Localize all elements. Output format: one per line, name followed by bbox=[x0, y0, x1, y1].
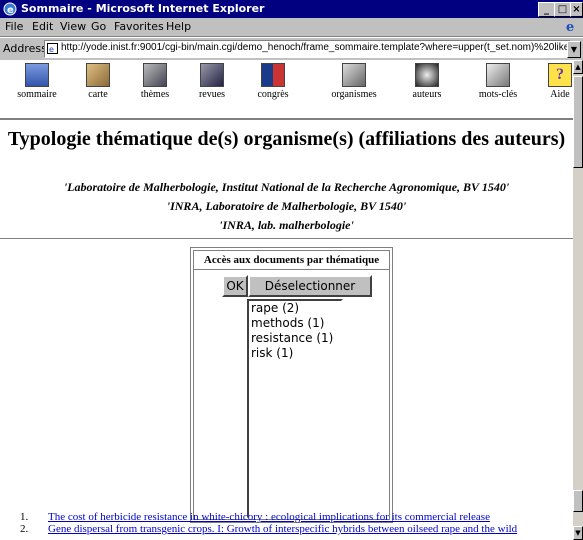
svg-text:e: e bbox=[49, 45, 54, 54]
vertical-scrollbar[interactable]: ▲ ▼ bbox=[573, 60, 583, 540]
ie-icon: e bbox=[3, 2, 17, 16]
results-scroll-thumb[interactable] bbox=[573, 490, 583, 512]
nav-mots-cles-label: mots-clés bbox=[478, 89, 518, 100]
result-item: 2. Gene dispersal from transgenic crops.… bbox=[20, 523, 580, 535]
nav-sommaire-label: sommaire bbox=[17, 89, 57, 100]
sommaire-icon bbox=[25, 63, 49, 87]
congres-icon bbox=[261, 63, 285, 87]
scroll-up-button[interactable]: ▲ bbox=[573, 60, 583, 74]
nav-aide[interactable]: ? Aide bbox=[530, 63, 573, 100]
menu-bar: File Edit View Go Favorites Help e bbox=[0, 18, 583, 37]
theme-option[interactable]: resistance (1) bbox=[249, 331, 341, 346]
divider bbox=[0, 238, 573, 240]
nav-revues[interactable]: revues bbox=[182, 63, 242, 100]
maximize-button[interactable]: □ bbox=[554, 2, 571, 17]
nav-aide-label: Aide bbox=[550, 89, 570, 100]
affiliation-2: 'INRA, Laboratoire de Malherbologie, BV … bbox=[166, 199, 407, 213]
result-number: 1. bbox=[20, 511, 29, 523]
nav-organismes[interactable]: organismes bbox=[324, 63, 384, 100]
themes-icon bbox=[143, 63, 167, 87]
nav-themes[interactable]: thèmes bbox=[125, 63, 185, 100]
nav-carte-label: carte bbox=[88, 89, 108, 100]
affiliation-3: 'INRA, lab. malherbologie' bbox=[219, 218, 354, 232]
revues-icon bbox=[200, 63, 224, 87]
window-titlebar[interactable]: e Sommaire - Microsoft Internet Explorer… bbox=[0, 0, 583, 18]
ie-logo-icon: e bbox=[566, 20, 574, 33]
result-link[interactable]: Gene dispersal from transgenic crops. I:… bbox=[48, 523, 517, 535]
menu-file[interactable]: File bbox=[5, 20, 23, 33]
window-title: Sommaire - Microsoft Internet Explorer bbox=[21, 2, 265, 15]
nav-sommaire[interactable]: sommaire bbox=[7, 63, 67, 100]
scroll-down-button[interactable]: ▼ bbox=[573, 526, 583, 540]
auteurs-icon bbox=[415, 63, 439, 87]
result-number: 2. bbox=[20, 523, 29, 535]
nav-organismes-label: organismes bbox=[331, 89, 377, 100]
svg-text:e: e bbox=[7, 5, 14, 16]
nav-carte[interactable]: carte bbox=[68, 63, 128, 100]
theme-option[interactable]: rape (2) bbox=[249, 301, 341, 316]
nav-auteurs[interactable]: auteurs bbox=[397, 63, 457, 100]
organismes-icon bbox=[342, 63, 366, 87]
close-button[interactable]: × bbox=[570, 2, 583, 17]
nav-frame: sommaire carte thèmes revues congrès org… bbox=[0, 60, 573, 120]
address-input[interactable]: e http://yode.inist.fr:9001/cgi-bin/main… bbox=[44, 40, 571, 58]
menu-view[interactable]: View bbox=[60, 20, 86, 33]
page-icon: e bbox=[47, 43, 58, 54]
nav-congres[interactable]: congrès bbox=[243, 63, 303, 100]
theme-listbox[interactable]: rape (2) methods (1) resistance (1) risk… bbox=[247, 299, 343, 518]
theme-access-frame: Accès aux documents par thématique OK Dé… bbox=[193, 250, 390, 520]
affiliation-1: 'Laboratoire de Malherbologie, Institut … bbox=[63, 180, 510, 194]
theme-access-panel: Accès aux documents par thématique OK Dé… bbox=[190, 247, 393, 523]
results-list: 1. The cost of herbicide resistance in w… bbox=[20, 511, 580, 535]
menu-help[interactable]: Help bbox=[166, 20, 191, 33]
nav-themes-label: thèmes bbox=[140, 89, 170, 100]
menu-go[interactable]: Go bbox=[91, 20, 106, 33]
page-viewport: sommaire carte thèmes revues congrès org… bbox=[0, 60, 573, 540]
address-label: Address bbox=[3, 42, 47, 55]
svg-text:e: e bbox=[566, 20, 574, 33]
scroll-thumb[interactable] bbox=[573, 76, 583, 168]
address-dropdown-button[interactable]: ▼ bbox=[567, 41, 581, 58]
page-title: Typologie thématique de(s) organisme(s) … bbox=[7, 128, 566, 150]
mots-cles-icon bbox=[486, 63, 510, 87]
aide-icon: ? bbox=[548, 63, 572, 87]
result-link[interactable]: The cost of herbicide resistance in whit… bbox=[48, 511, 490, 523]
menu-edit[interactable]: Edit bbox=[32, 20, 53, 33]
carte-icon bbox=[86, 63, 110, 87]
address-bar: Address e http://yode.inist.fr:9001/cgi-… bbox=[0, 37, 583, 61]
theme-option[interactable]: risk (1) bbox=[249, 346, 341, 361]
address-url: http://yode.inist.fr:9001/cgi-bin/main.c… bbox=[61, 42, 570, 53]
minimize-button[interactable]: _ bbox=[538, 2, 555, 17]
theme-access-header: Accès aux documents par thématique bbox=[194, 251, 389, 270]
nav-mots-cles[interactable]: mots-clés bbox=[468, 63, 528, 100]
menu-favorites[interactable]: Favorites bbox=[114, 20, 164, 33]
ok-button[interactable]: OK bbox=[222, 275, 248, 297]
result-item: 1. The cost of herbicide resistance in w… bbox=[20, 511, 580, 523]
nav-congres-label: congrès bbox=[257, 89, 289, 100]
theme-option[interactable]: methods (1) bbox=[249, 316, 341, 331]
nav-revues-label: revues bbox=[198, 89, 226, 100]
deselect-button[interactable]: Déselectionner bbox=[248, 275, 372, 297]
nav-auteurs-label: auteurs bbox=[412, 89, 442, 100]
